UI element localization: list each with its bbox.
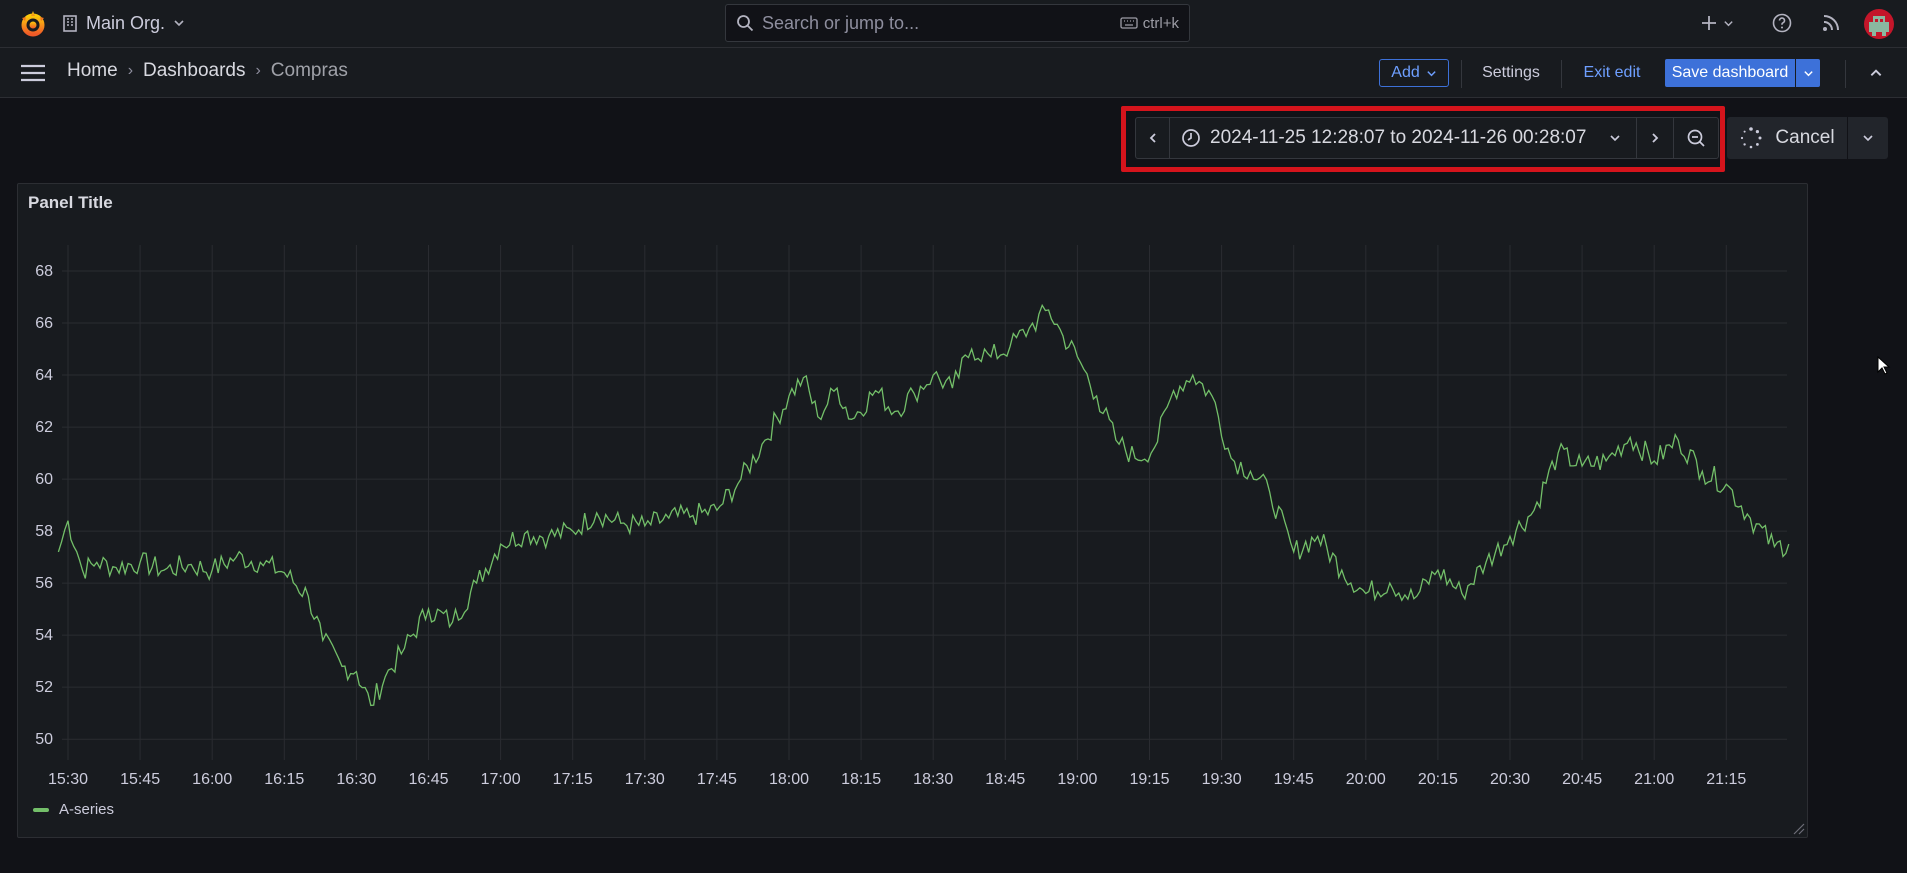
legend-swatch xyxy=(33,807,49,812)
y-tick-label: 54 xyxy=(35,627,53,644)
series-line-a xyxy=(57,303,1790,707)
x-tick-label: 20:30 xyxy=(1490,771,1530,788)
y-tick-label: 50 xyxy=(35,731,53,748)
y-tick-label: 58 xyxy=(35,523,53,540)
legend-label: A-series xyxy=(59,801,115,818)
x-tick-label: 18:45 xyxy=(985,771,1025,788)
mouse-cursor-icon xyxy=(1877,356,1891,375)
x-tick-label: 15:30 xyxy=(48,771,88,788)
legend-item[interactable]: A-series xyxy=(33,801,114,818)
x-tick-label: 18:00 xyxy=(769,771,809,788)
x-tick-label: 20:15 xyxy=(1418,771,1458,788)
x-tick-label: 16:45 xyxy=(408,771,448,788)
y-tick-label: 62 xyxy=(35,419,53,436)
x-tick-label: 17:00 xyxy=(481,771,521,788)
time-series-chart[interactable]: 50 52 54 56 58 60 62 64 66 68 15:30 15:45 16:00 16:15… xyxy=(0,0,1907,873)
x-tick-label: 19:00 xyxy=(1057,771,1097,788)
x-tick-label: 18:15 xyxy=(841,771,881,788)
x-tick-label: 19:30 xyxy=(1202,771,1242,788)
y-tick-label: 68 xyxy=(35,263,53,280)
y-tick-label: 56 xyxy=(35,575,53,592)
x-tick-label: 21:15 xyxy=(1706,771,1746,788)
x-tick-label: 18:30 xyxy=(913,771,953,788)
x-tick-label: 17:45 xyxy=(697,771,737,788)
x-tick-label: 19:45 xyxy=(1274,771,1314,788)
x-tick-label: 17:30 xyxy=(625,771,665,788)
y-tick-label: 66 xyxy=(35,315,53,332)
x-tick-label: 20:00 xyxy=(1346,771,1386,788)
x-tick-label: 19:15 xyxy=(1129,771,1169,788)
x-tick-label: 16:15 xyxy=(264,771,304,788)
y-tick-label: 52 xyxy=(35,679,53,696)
y-tick-label: 60 xyxy=(35,471,53,488)
x-tick-label: 20:45 xyxy=(1562,771,1602,788)
x-tick-label: 16:30 xyxy=(336,771,376,788)
resize-handle-icon[interactable] xyxy=(1793,823,1805,835)
x-tick-label: 21:00 xyxy=(1634,771,1674,788)
x-tick-label: 16:00 xyxy=(192,771,232,788)
x-tick-label: 17:15 xyxy=(553,771,593,788)
y-tick-label: 64 xyxy=(35,367,53,384)
x-tick-label: 15:45 xyxy=(120,771,160,788)
